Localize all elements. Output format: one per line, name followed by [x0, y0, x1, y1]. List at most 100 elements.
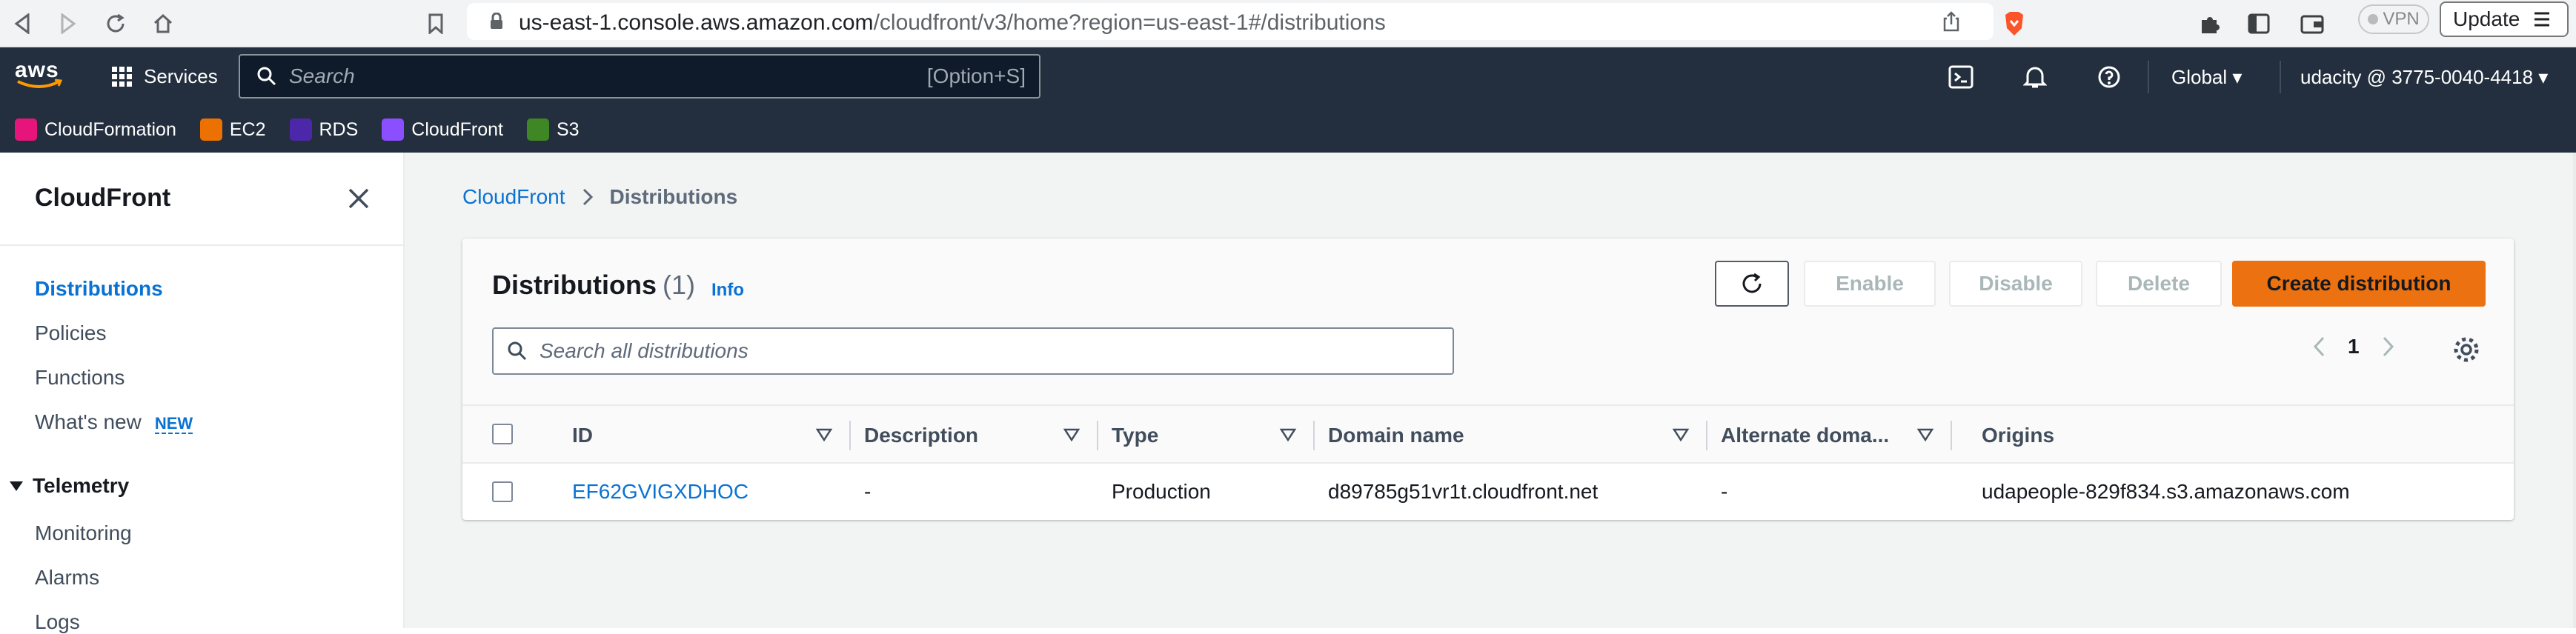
- new-badge: NEW: [154, 414, 193, 434]
- cloudshell-button[interactable]: [1946, 62, 1976, 92]
- favorite-label: CloudFormation: [44, 119, 176, 140]
- caret-down-icon: [10, 481, 23, 491]
- column-separator: [1706, 421, 1707, 450]
- create-distribution-button[interactable]: Create distribution: [2232, 261, 2486, 307]
- bookmark-icon: [428, 13, 443, 34]
- info-link[interactable]: Info: [711, 280, 744, 301]
- favorite-s3[interactable]: S3: [526, 119, 580, 141]
- page-scrollbar[interactable]: [2573, 153, 2576, 628]
- close-icon[interactable]: [345, 185, 372, 212]
- url-path: /cloudfront/v3/home?region=us-east-1#/di…: [873, 10, 1386, 35]
- puzzle-icon: [2202, 17, 2220, 33]
- column-separator: [849, 421, 851, 450]
- sidebar-item-whats-new[interactable]: What's new NEW: [35, 410, 193, 434]
- chevron-right-icon[interactable]: [2382, 336, 2395, 358]
- distribution-search-input[interactable]: Search all distributions: [492, 327, 1454, 375]
- column-header-id[interactable]: ID: [572, 406, 593, 465]
- wallet-button[interactable]: [2296, 7, 2328, 40]
- service-icon: [15, 119, 37, 141]
- row-checkbox[interactable]: [492, 481, 513, 502]
- select-all-checkbox[interactable]: [492, 424, 513, 444]
- sidebar-item-logs[interactable]: Logs: [35, 610, 80, 634]
- home-button[interactable]: [147, 7, 179, 40]
- cell-origins: udapeople-829f834.s3.amazonaws.com: [1982, 480, 2350, 503]
- brave-shield-button[interactable]: [1998, 7, 2031, 40]
- sidebar-toggle-button[interactable]: [2243, 7, 2275, 40]
- sort-icon[interactable]: [1916, 426, 1934, 444]
- back-button[interactable]: [6, 7, 39, 40]
- favorite-cloudformation[interactable]: CloudFormation: [15, 119, 176, 141]
- help-button[interactable]: [2094, 62, 2124, 92]
- extensions-button[interactable]: [2194, 7, 2226, 40]
- sidebar-title: CloudFront: [35, 184, 171, 212]
- sort-icon[interactable]: [1063, 426, 1080, 444]
- favorite-ec2[interactable]: EC2: [199, 119, 266, 141]
- lock-icon: [491, 13, 502, 29]
- header-divider: [2148, 61, 2149, 93]
- refresh-icon: [1742, 273, 1762, 293]
- update-button[interactable]: Update: [2440, 1, 2569, 37]
- enable-button[interactable]: Enable: [1804, 261, 1936, 307]
- sidebar-item-distributions[interactable]: Distributions: [35, 277, 163, 301]
- breadcrumb-cloudfront[interactable]: CloudFront: [462, 185, 565, 209]
- column-header-origins[interactable]: Origins: [1982, 406, 2054, 465]
- sort-icon[interactable]: [815, 426, 833, 444]
- sidebar-item-policies[interactable]: Policies: [35, 321, 106, 345]
- hamburger-icon: [2534, 12, 2550, 27]
- disable-button[interactable]: Disable: [1949, 261, 2082, 307]
- aws-search-placeholder: Search: [289, 64, 355, 87]
- favorite-label: EC2: [229, 119, 266, 140]
- services-label: Services: [144, 65, 218, 87]
- help-icon: [2098, 66, 2120, 88]
- aws-search-input[interactable]: Search [Option+S]: [239, 54, 1040, 99]
- url-host: us-east-1.console.aws.amazon.com: [519, 10, 874, 35]
- address-bar[interactable]: us-east-1.console.aws.amazon.com/cloudfr…: [467, 3, 1994, 40]
- vpn-toggle[interactable]: VPN: [2358, 4, 2429, 34]
- distribution-id-link[interactable]: EF62GVIGXDHOC: [572, 464, 748, 520]
- delete-button[interactable]: Delete: [2096, 261, 2222, 307]
- services-menu[interactable]: Services: [111, 65, 218, 88]
- bookmark-button[interactable]: [419, 7, 452, 40]
- aws-console-header: aws Services Search [Option+S] Global ▾ …: [0, 47, 2576, 153]
- refresh-button[interactable]: [1715, 261, 1789, 307]
- sort-icon[interactable]: [1279, 426, 1297, 444]
- panel-title-text: Distributions: [492, 270, 657, 300]
- distribution-count: (1): [663, 270, 695, 300]
- sidebar-item-alarms[interactable]: Alarms: [35, 566, 99, 590]
- update-label: Update: [2453, 7, 2520, 30]
- chevron-left-icon[interactable]: [2312, 336, 2326, 358]
- chevron-right-icon: [582, 188, 593, 206]
- sort-icon[interactable]: [1672, 426, 1690, 444]
- table-header: ID Description Type Domain name Alternat…: [462, 404, 2514, 464]
- share-icon[interactable]: [1942, 11, 1961, 32]
- search-icon: [508, 341, 527, 361]
- reload-button[interactable]: [99, 7, 132, 40]
- gear-icon[interactable]: [2451, 335, 2481, 364]
- column-header-type[interactable]: Type: [1112, 406, 1158, 465]
- sidebar-item-label: What's new: [35, 410, 142, 433]
- column-header-alternate-domain[interactable]: Alternate doma...: [1721, 406, 1889, 465]
- sidebar-item-monitoring[interactable]: Monitoring: [35, 521, 132, 545]
- vpn-status-dot: [2368, 14, 2379, 24]
- cell-type: Production: [1112, 480, 1211, 503]
- account-menu[interactable]: udacity @ 3775-0040-4418 ▾: [2300, 66, 2548, 89]
- telemetry-label: Telemetry: [33, 474, 130, 497]
- column-header-domain-name[interactable]: Domain name: [1328, 406, 1464, 465]
- region-selector[interactable]: Global ▾: [2171, 66, 2242, 89]
- vpn-label: VPN: [2383, 9, 2420, 29]
- cell-alternate-domain: -: [1721, 480, 1728, 503]
- telemetry-section-toggle[interactable]: Telemetry: [9, 474, 129, 498]
- favorite-rds[interactable]: RDS: [289, 119, 359, 141]
- notifications-button[interactable]: [2020, 62, 2050, 92]
- forward-button[interactable]: [52, 7, 84, 40]
- favorite-label: CloudFront: [411, 119, 503, 140]
- current-page[interactable]: 1: [2348, 335, 2360, 358]
- favorite-label: RDS: [319, 119, 359, 140]
- pagination: 1: [2312, 335, 2395, 358]
- cell-domain-name: d89785g51vr1t.cloudfront.net: [1328, 480, 1599, 503]
- favorite-cloudfront[interactable]: CloudFront: [382, 119, 503, 141]
- home-icon: [153, 13, 173, 33]
- aws-logo[interactable]: aws: [15, 58, 64, 90]
- sidebar-item-functions[interactable]: Functions: [35, 366, 125, 390]
- column-header-description[interactable]: Description: [864, 406, 978, 465]
